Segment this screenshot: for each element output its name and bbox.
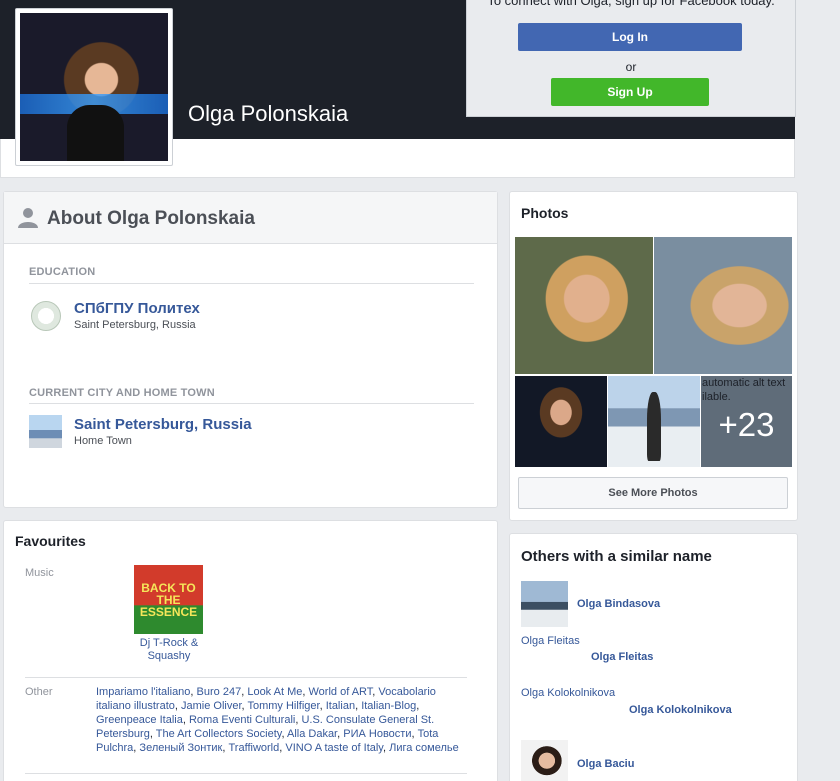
list-separator: , xyxy=(416,700,420,712)
school-name[interactable]: СПбГПУ Политех xyxy=(74,300,200,317)
signup-box: To connect with Olga, sign up for Facebo… xyxy=(466,0,796,117)
album-cover-text: BACK TO THE ESSENCE xyxy=(139,581,198,619)
divider xyxy=(29,403,474,404)
favourite-link[interactable]: VINO A taste of Italy xyxy=(285,742,383,754)
profile-cover: Olga Polonskaia To connect with Olga, si… xyxy=(0,0,796,178)
about-card: About Olga Polonskaia EDUCATION СПбГПУ П… xyxy=(3,191,498,508)
favourite-link[interactable]: Italian-Blog xyxy=(361,700,416,712)
photos-card: Photos automatic alt text ilable. +23 See… xyxy=(509,191,798,521)
more-photos-count: +23 xyxy=(718,406,775,443)
favourites-card: Favourites Music BACK TO THE ESSENCE Dj … xyxy=(3,520,498,781)
city-type: Home Town xyxy=(74,435,132,447)
favourite-link[interactable]: Alla Dakar xyxy=(287,728,337,740)
similar-names-title: Others with a similar name xyxy=(521,548,712,565)
or-separator: or xyxy=(625,60,637,74)
similar-person-link[interactable]: Olga Kolokolnikova xyxy=(521,687,615,699)
favourite-link[interactable]: Зеленый Зонтик xyxy=(139,742,222,754)
favourite-link[interactable]: Greenpeace Italia xyxy=(96,714,183,726)
photo-thumbnail[interactable] xyxy=(515,376,607,467)
music-label: Music xyxy=(25,567,54,579)
school-logo-icon[interactable] xyxy=(31,301,61,331)
favourite-link[interactable]: Italian xyxy=(326,700,355,712)
favourite-link[interactable]: Traffiworld xyxy=(229,742,280,754)
school-location: Saint Petersburg, Russia xyxy=(74,319,196,331)
about-title: About Olga Polonskaia xyxy=(47,208,255,229)
favourite-link[interactable]: Jamie Oliver xyxy=(181,700,242,712)
profile-picture-image xyxy=(20,13,168,161)
favourite-link[interactable]: World of ART xyxy=(309,686,373,698)
person-thumbnail[interactable] xyxy=(521,740,568,781)
signup-button[interactable]: Sign Up xyxy=(551,78,709,106)
favourite-link[interactable]: Лига сомелье xyxy=(389,742,459,754)
more-photos-tile[interactable]: automatic alt text ilable. +23 xyxy=(701,376,792,467)
photos-title[interactable]: Photos xyxy=(521,205,568,221)
album-artist-link[interactable]: Dj T-Rock & Squashy xyxy=(124,637,214,663)
similar-person-name[interactable]: Olga Baciu xyxy=(577,758,634,770)
divider xyxy=(25,773,467,774)
divider xyxy=(25,677,467,678)
photo-thumbnail[interactable] xyxy=(608,376,700,467)
divider xyxy=(29,283,474,284)
city-thumbnail[interactable] xyxy=(29,415,62,448)
other-label: Other xyxy=(25,686,53,698)
about-header: About Olga Polonskaia xyxy=(4,192,497,244)
favourite-link[interactable]: Look At Me xyxy=(247,686,302,698)
favourites-title: Favourites xyxy=(15,533,86,549)
login-button[interactable]: Log In xyxy=(518,23,742,51)
favourite-link[interactable]: Roma Eventi Culturali xyxy=(189,714,295,726)
favourite-link[interactable]: РИА Новости xyxy=(343,728,411,740)
city-name[interactable]: Saint Petersburg, Russia xyxy=(74,416,252,433)
profile-name[interactable]: Olga Polonskaia xyxy=(188,101,348,127)
photo-thumbnail[interactable] xyxy=(515,237,653,374)
favourite-link[interactable]: The Art Collectors Society xyxy=(156,728,282,740)
album-cover[interactable]: BACK TO THE ESSENCE xyxy=(134,565,203,634)
favourite-link[interactable]: Buro 247 xyxy=(197,686,242,698)
education-label: EDUCATION xyxy=(29,266,96,278)
similar-person-name[interactable]: Olga Bindasova xyxy=(577,598,660,610)
similar-person-name[interactable]: Olga Kolokolnikova xyxy=(629,704,732,716)
favourite-link[interactable]: Impariamo l'italiano xyxy=(96,686,190,698)
city-label: CURRENT CITY AND HOME TOWN xyxy=(29,387,215,399)
favourite-link[interactable]: Tommy Hilfiger xyxy=(247,700,319,712)
similar-names-card: Others with a similar name Olga Bindasov… xyxy=(509,533,798,781)
photo-thumbnail[interactable] xyxy=(654,237,792,374)
see-more-photos-button[interactable]: See More Photos xyxy=(518,477,788,509)
profile-picture[interactable] xyxy=(15,8,173,166)
other-favourites-list: Impariamo l'italiano, Buro 247, Look At … xyxy=(96,685,466,755)
person-icon xyxy=(18,208,38,228)
signup-prompt: To connect with Olga, sign up for Facebo… xyxy=(487,0,775,8)
similar-person-link[interactable]: Olga Fleitas xyxy=(521,635,580,647)
alt-text-overlay: automatic alt text ilable. xyxy=(702,377,786,403)
similar-person-name[interactable]: Olga Fleitas xyxy=(591,651,653,663)
person-thumbnail[interactable] xyxy=(521,581,568,627)
